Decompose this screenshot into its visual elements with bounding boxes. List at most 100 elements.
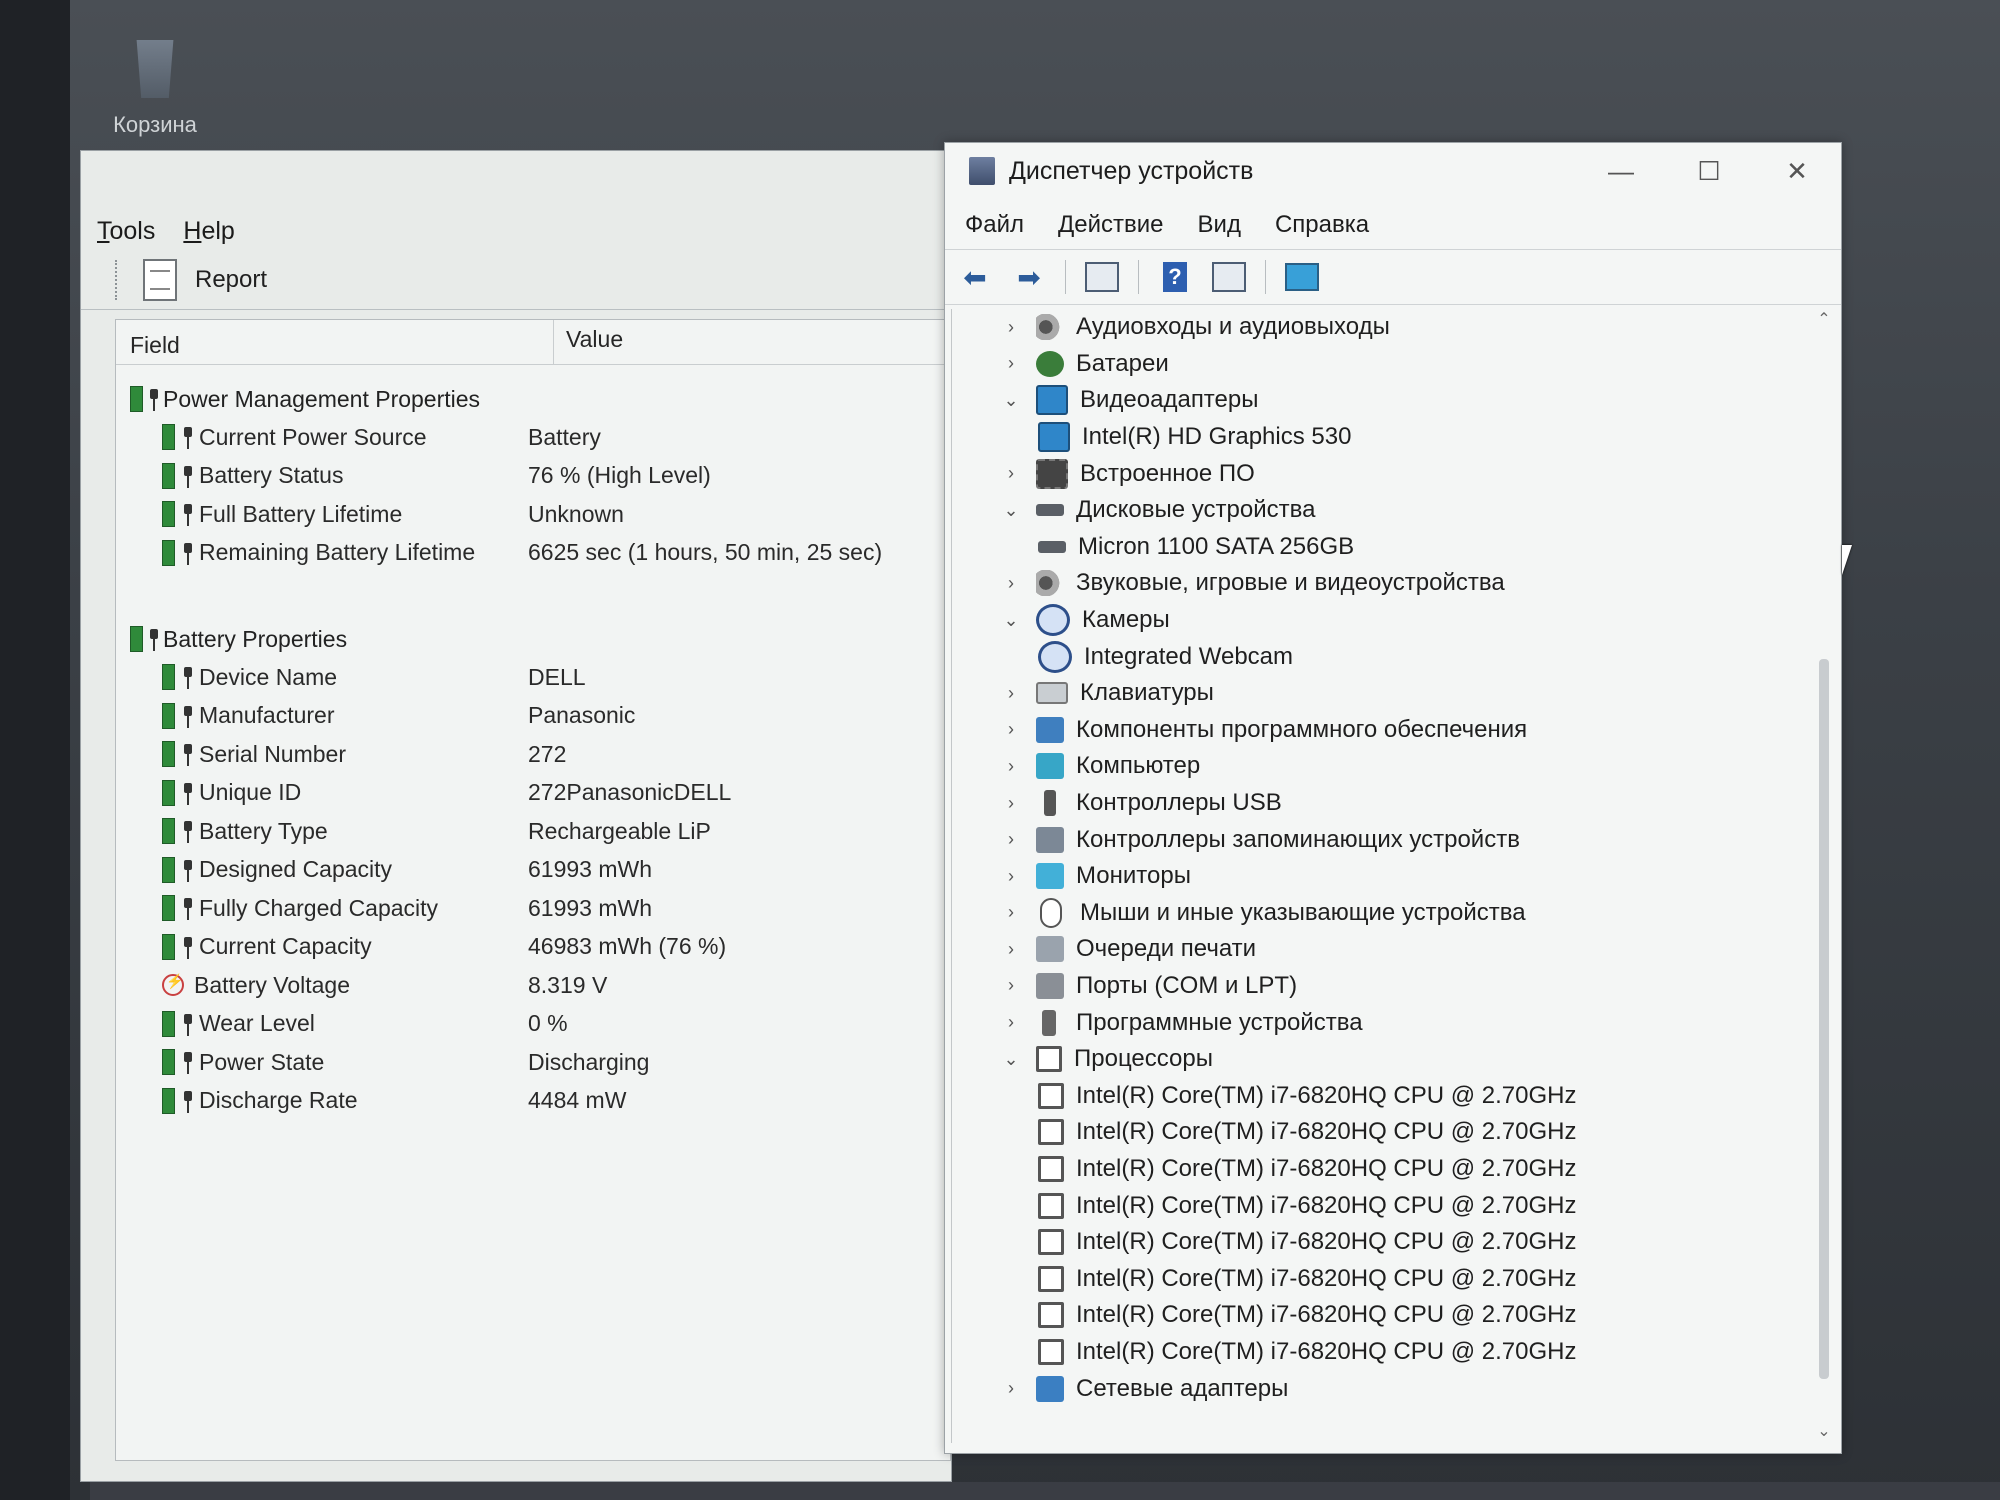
device-node[interactable]: ›Intel(R) Core(TM) i7-6820HQ CPU @ 2.70G… xyxy=(952,1151,1811,1188)
chevron-right-icon[interactable]: › xyxy=(996,829,1026,850)
field-cell: Serial Number xyxy=(116,741,510,768)
category-node[interactable]: › Компоненты программного обеспечения xyxy=(952,712,1811,749)
category-node[interactable]: ⌄ Видеоадаптеры xyxy=(952,382,1811,419)
chevron-right-icon[interactable]: › xyxy=(996,1378,1026,1399)
device-manager-titlebar[interactable]: Диспетчер устройств — ☐ ✕ xyxy=(945,143,1841,199)
table-row[interactable]: Unique ID 272PanasonicDELL xyxy=(116,774,950,813)
maximize-button[interactable]: ☐ xyxy=(1665,143,1753,199)
node-label: Порты (COM и LPT) xyxy=(1076,971,1298,999)
device-node[interactable]: ›Intel(R) Core(TM) i7-6820HQ CPU @ 2.70G… xyxy=(952,1334,1811,1371)
monitor-icon[interactable] xyxy=(1284,260,1320,294)
menu-view[interactable]: Вид xyxy=(1198,211,1241,239)
scroll-down-icon[interactable]: ⌄ xyxy=(1813,1421,1835,1443)
table-row[interactable]: Designed Capacity 61993 mWh xyxy=(116,851,950,890)
device-node[interactable]: ›Intel(R) Core(TM) i7-6820HQ CPU @ 2.70G… xyxy=(952,1077,1811,1114)
table-row[interactable]: Wear Level 0 % xyxy=(116,1005,950,1044)
field-label: Remaining Battery Lifetime xyxy=(199,539,476,566)
group-header[interactable]: Power Management Properties xyxy=(116,380,950,418)
recycle-bin[interactable]: Корзина xyxy=(100,40,210,138)
category-node[interactable]: › Аудиовходы и аудиовыходы xyxy=(952,309,1811,346)
table-row[interactable]: Full Battery Lifetime Unknown xyxy=(116,495,950,534)
group-header[interactable]: Battery Properties xyxy=(116,620,950,658)
value-cell: DELL xyxy=(528,663,586,690)
category-node[interactable]: › Мониторы xyxy=(952,858,1811,895)
device-node[interactable]: ›Intel(R) Core(TM) i7-6820HQ CPU @ 2.70G… xyxy=(952,1297,1811,1334)
report-button[interactable]: Report xyxy=(143,259,267,301)
menu-help[interactable]: Help xyxy=(183,217,234,246)
chevron-right-icon[interactable]: › xyxy=(996,463,1026,484)
chevron-right-icon[interactable]: › xyxy=(996,353,1026,374)
category-node[interactable]: › Встроенное ПО xyxy=(952,455,1811,492)
help-icon[interactable]: ? xyxy=(1157,260,1193,294)
minimize-button[interactable]: — xyxy=(1577,143,1665,199)
chevron-down-icon[interactable]: ⌄ xyxy=(996,390,1026,411)
chevron-right-icon[interactable]: › xyxy=(996,1012,1026,1033)
device-node[interactable]: ›Intel(R) Core(TM) i7-6820HQ CPU @ 2.70G… xyxy=(952,1260,1811,1297)
table-row[interactable]: Battery Type Rechargeable LiP xyxy=(116,812,950,851)
category-node[interactable]: › Компьютер xyxy=(952,748,1811,785)
chevron-right-icon[interactable]: › xyxy=(996,975,1026,996)
column-header-field[interactable]: Field xyxy=(116,320,554,364)
view-icon[interactable] xyxy=(1211,260,1247,294)
category-node[interactable]: ⌄ Камеры xyxy=(952,602,1811,639)
category-node[interactable]: › Программные устройства xyxy=(952,1004,1811,1041)
table-row[interactable]: Current Power Source Battery xyxy=(116,418,950,457)
menu-help[interactable]: Справка xyxy=(1275,211,1369,239)
battery-menubar: Tools Help xyxy=(81,211,235,251)
category-node[interactable]: › Звуковые, игровые и видеоустройства xyxy=(952,565,1811,602)
table-row[interactable]: Serial Number 272 xyxy=(116,735,950,774)
chevron-right-icon[interactable]: › xyxy=(996,317,1026,338)
table-row[interactable]: Battery Status 76 % (High Level) xyxy=(116,457,950,496)
scroll-thumb[interactable] xyxy=(1819,659,1829,1379)
device-node[interactable]: ›Intel(R) Core(TM) i7-6820HQ CPU @ 2.70G… xyxy=(952,1224,1811,1261)
menu-tools[interactable]: Tools xyxy=(97,217,155,246)
table-row[interactable]: Remaining Battery Lifetime 6625 sec (1 ho… xyxy=(116,534,950,573)
chevron-right-icon[interactable]: › xyxy=(996,719,1026,740)
chevron-right-icon[interactable]: › xyxy=(996,939,1026,960)
chevron-right-icon[interactable]: › xyxy=(996,866,1026,887)
category-node[interactable]: ⌄ Дисковые устройства xyxy=(952,492,1811,529)
table-row[interactable]: Battery Voltage 8.319 V xyxy=(116,966,950,1005)
table-row[interactable]: Discharge Rate 4484 mW xyxy=(116,1082,950,1121)
device-node[interactable]: ›Integrated Webcam xyxy=(952,638,1811,675)
chevron-right-icon[interactable]: › xyxy=(996,793,1026,814)
chevron-down-icon[interactable]: ⌄ xyxy=(996,610,1026,631)
device-node[interactable]: ›Micron 1100 SATA 256GB xyxy=(952,529,1811,566)
chevron-right-icon[interactable]: › xyxy=(996,573,1026,594)
category-node[interactable]: › Контроллеры USB xyxy=(952,785,1811,822)
chevron-right-icon[interactable]: › xyxy=(996,902,1026,923)
field-cell: Current Power Source xyxy=(116,424,510,451)
category-node[interactable]: › Клавиатуры xyxy=(952,675,1811,712)
category-node[interactable]: › Контроллеры запоминающих устройств xyxy=(952,821,1811,858)
vertical-scrollbar[interactable]: ⌃ ⌄ xyxy=(1813,309,1835,1443)
back-arrow-icon[interactable]: ⬅ xyxy=(957,260,993,294)
field-label: Battery Type xyxy=(199,817,328,844)
battery-icon xyxy=(162,933,175,960)
device-node[interactable]: ›Intel(R) HD Graphics 530 xyxy=(952,419,1811,456)
table-row[interactable]: Fully Charged Capacity 61993 mWh xyxy=(116,889,950,928)
category-node[interactable]: › Очереди печати xyxy=(952,931,1811,968)
table-row[interactable]: Device Name DELL xyxy=(116,658,950,697)
category-node[interactable]: › Порты (COM и LPT) xyxy=(952,968,1811,1005)
device-node[interactable]: ›Intel(R) Core(TM) i7-6820HQ CPU @ 2.70G… xyxy=(952,1187,1811,1224)
category-node[interactable]: › Батареи xyxy=(952,346,1811,383)
menu-file[interactable]: Файл xyxy=(965,211,1024,239)
column-header-value[interactable]: Value xyxy=(554,320,623,364)
category-node[interactable]: › Сетевые адаптеры xyxy=(952,1370,1811,1407)
chevron-down-icon[interactable]: ⌄ xyxy=(996,500,1026,521)
device-node[interactable]: ›Intel(R) Core(TM) i7-6820HQ CPU @ 2.70G… xyxy=(952,1114,1811,1151)
chevron-down-icon[interactable]: ⌄ xyxy=(996,1049,1026,1070)
properties-icon[interactable] xyxy=(1084,260,1120,294)
close-button[interactable]: ✕ xyxy=(1753,143,1841,199)
forward-arrow-icon[interactable]: ➡ xyxy=(1011,260,1047,294)
table-row[interactable]: Current Capacity 46983 mWh (76 %) xyxy=(116,928,950,967)
menu-action[interactable]: Действие xyxy=(1058,211,1164,239)
category-node[interactable]: ⌄ Процессоры xyxy=(952,1041,1811,1078)
scroll-up-icon[interactable]: ⌃ xyxy=(1813,309,1835,331)
toolbar-grip[interactable] xyxy=(115,260,123,300)
table-row[interactable]: Manufacturer Panasonic xyxy=(116,697,950,736)
category-node[interactable]: › Мыши и иные указывающие устройства xyxy=(952,895,1811,932)
chevron-right-icon[interactable]: › xyxy=(996,756,1026,777)
chevron-right-icon[interactable]: › xyxy=(996,683,1026,704)
table-row[interactable]: Power State Discharging xyxy=(116,1043,950,1082)
